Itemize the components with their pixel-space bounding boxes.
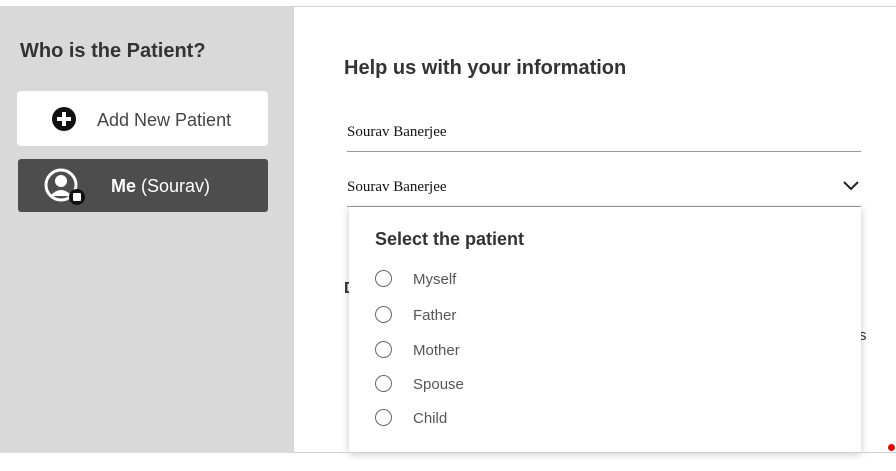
name-field-value: Sourav Banerjee [347, 124, 447, 140]
patient-sidebar: Who is the Patient? Add New Patient Me (… [0, 7, 294, 453]
option-child-label: Child [413, 410, 448, 427]
option-spouse[interactable]: Spouse [375, 375, 675, 397]
radio-mother[interactable] [375, 341, 392, 358]
option-spouse-label: Spouse [413, 376, 464, 393]
option-myself-label: Myself [413, 271, 457, 288]
form-heading: Help us with your information [344, 57, 627, 79]
chevron-down-icon[interactable] [843, 181, 859, 191]
user-avatar-icon [44, 168, 85, 205]
select-patient-dropdown: Select the patient Myself Father Mother … [349, 207, 861, 452]
status-dot [888, 444, 895, 451]
dropdown-title: Select the patient [375, 229, 525, 249]
add-new-patient-label: Add New Patient [97, 110, 232, 130]
option-child[interactable]: Child [375, 409, 675, 431]
patient-me-label: Me (Sourav) [111, 176, 210, 197]
sidebar-title: Who is the Patient? [20, 40, 206, 62]
radio-child[interactable] [375, 409, 392, 426]
name-field[interactable]: Sourav Banerjee [347, 124, 861, 152]
radio-spouse[interactable] [375, 375, 392, 392]
radio-father[interactable] [375, 306, 392, 323]
patient-select[interactable]: Sourav Banerjee [347, 179, 861, 207]
plus-circle-icon [52, 107, 76, 131]
patient-me-name: Me [111, 176, 137, 196]
patient-me-detail: (Sourav) [141, 176, 211, 196]
bottom-divider [294, 452, 896, 453]
add-new-patient-button[interactable]: Add New Patient [17, 91, 268, 146]
patient-select-value: Sourav Banerjee [347, 179, 447, 195]
option-father[interactable]: Father [375, 306, 675, 328]
radio-myself[interactable] [375, 270, 392, 287]
option-myself[interactable]: Myself [375, 270, 675, 292]
option-mother[interactable]: Mother [375, 341, 675, 363]
patient-me-button[interactable]: Me (Sourav) [18, 159, 268, 212]
option-mother-label: Mother [413, 342, 460, 359]
option-father-label: Father [413, 307, 457, 324]
